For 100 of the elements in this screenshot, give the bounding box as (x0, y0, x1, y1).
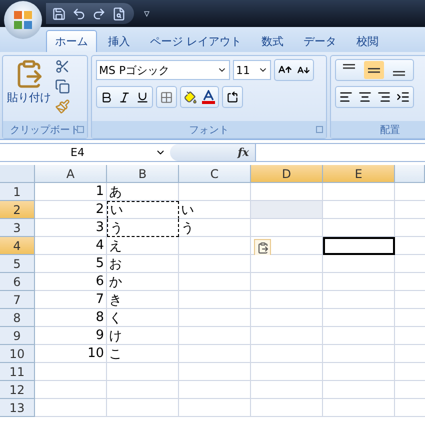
row-header[interactable]: 5 (0, 255, 35, 273)
vertical-align-button[interactable] (364, 61, 384, 79)
insert-function-button[interactable]: fx (170, 144, 255, 161)
table-cell (179, 183, 251, 201)
row-header[interactable]: 2 (0, 201, 35, 219)
table-cell: か (107, 273, 179, 291)
table-cell: け (107, 327, 179, 345)
table-cell (179, 345, 251, 363)
undo-icon[interactable] (72, 6, 86, 20)
customize-menu-button[interactable]: ▿ (144, 7, 150, 20)
paste-options-button[interactable] (254, 239, 271, 256)
table-cell (35, 381, 107, 399)
table-cell: 3 (35, 219, 107, 237)
align-right-icon[interactable] (377, 90, 391, 104)
underline-icon[interactable] (136, 90, 149, 104)
align-left-icon[interactable] (339, 90, 353, 104)
ribbon-tab[interactable]: 挿入 (99, 30, 139, 52)
table-cell: い (179, 201, 251, 219)
row-header[interactable]: 3 (0, 219, 35, 237)
print-preview-icon[interactable] (112, 6, 126, 20)
column-header[interactable]: E (323, 165, 395, 183)
ribbon-tab[interactable]: ホーム (46, 30, 97, 52)
border-icon (160, 90, 173, 104)
font-color-icon[interactable] (202, 90, 215, 104)
table-cell: 1 (35, 183, 107, 201)
table-cell (179, 273, 251, 291)
table-cell: 5 (35, 255, 107, 273)
table-cell (251, 363, 323, 381)
table-cell (251, 309, 323, 327)
table-cell (35, 363, 107, 381)
table-cell (107, 399, 179, 417)
fill-color-icon[interactable] (184, 90, 197, 104)
table-cell: あ (107, 183, 179, 201)
table-cell: 4 (35, 237, 107, 255)
italic-icon[interactable] (118, 90, 131, 104)
font-size-field[interactable]: 11 (233, 60, 271, 80)
table-cell (251, 273, 323, 291)
table-cell (179, 291, 251, 309)
column-header[interactable]: A (35, 165, 107, 183)
save-icon[interactable] (52, 6, 66, 20)
phonetic-icon (226, 90, 239, 104)
row-header[interactable]: 1 (0, 183, 35, 201)
row-header[interactable]: 4 (0, 237, 35, 255)
align-lines-icon (367, 68, 381, 72)
table-cell: お (107, 255, 179, 273)
table-cell (179, 381, 251, 399)
ribbon-tab[interactable]: ページ レイアウト (141, 30, 250, 52)
table-cell (251, 291, 323, 309)
table-cell (251, 381, 323, 399)
indent-icon[interactable] (396, 90, 410, 104)
table-cell: 9 (35, 327, 107, 345)
table-cell (179, 255, 251, 273)
table-cell: 2 (35, 201, 107, 219)
table-cell (251, 183, 323, 201)
table-cell: い (107, 201, 179, 219)
clipboard-icon (256, 242, 268, 254)
table-cell (179, 327, 251, 345)
table-cell (251, 327, 323, 345)
column-header[interactable]: D (251, 165, 323, 183)
bold-icon[interactable] (100, 90, 113, 104)
font-name-field[interactable]: MS Pゴシック (96, 60, 230, 80)
table-cell (179, 399, 251, 417)
row-header[interactable]: 6 (0, 273, 35, 291)
group-label: 配置 (331, 121, 425, 138)
copy-icon[interactable] (55, 79, 70, 94)
table-cell (251, 345, 323, 363)
column-header[interactable]: B (107, 165, 179, 183)
phonetic-button[interactable] (222, 86, 243, 108)
table-cell: こ (107, 345, 179, 363)
table-cell (179, 363, 251, 381)
ribbon-tab[interactable]: 校閲 (348, 30, 388, 52)
table-cell: う (107, 219, 179, 237)
ribbon-tab[interactable]: データ (294, 30, 346, 52)
table-cell: 8 (35, 309, 107, 327)
table-cell (179, 309, 251, 327)
row-header[interactable]: 9 (0, 327, 35, 345)
align-lines-icon (392, 71, 406, 76)
redo-icon[interactable] (92, 6, 106, 20)
table-cell (107, 381, 179, 399)
group-label: フォント (92, 121, 326, 138)
cut-icon[interactable] (55, 59, 70, 74)
align-center-icon[interactable] (358, 90, 372, 104)
row-header[interactable]: 13 (0, 399, 35, 417)
row-header[interactable]: 10 (0, 345, 35, 363)
column-header[interactable]: C (179, 165, 251, 183)
row-header[interactable]: 12 (0, 381, 35, 399)
paste-button[interactable]: 貼り付け (7, 59, 51, 118)
border-button[interactable] (156, 86, 177, 108)
table-cell: 6 (35, 273, 107, 291)
row-header[interactable]: 8 (0, 309, 35, 327)
table-cell: え (107, 237, 179, 255)
ribbon-tab[interactable]: 数式 (252, 30, 292, 52)
row-header[interactable]: 7 (0, 291, 35, 309)
table-cell: き (107, 291, 179, 309)
table-cell (35, 399, 107, 417)
table-cell (251, 399, 323, 417)
paste-label: 貼り付け (7, 90, 51, 105)
row-header[interactable]: 11 (0, 363, 35, 381)
table-cell: 7 (35, 291, 107, 309)
table-cell (107, 363, 179, 381)
